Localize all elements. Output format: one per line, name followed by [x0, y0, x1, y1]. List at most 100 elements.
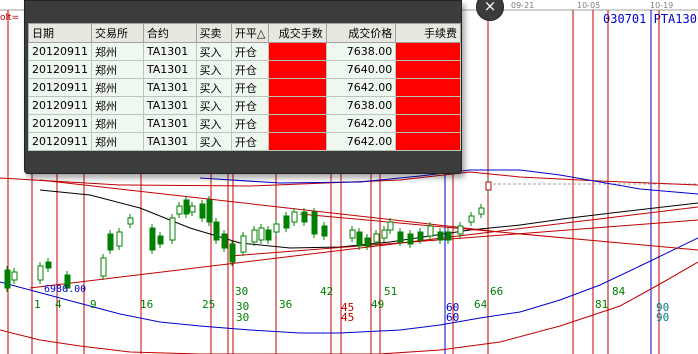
table-cell: 开仓 [230, 60, 270, 79]
table-cell: 买入 [195, 132, 232, 151]
candle-body [311, 211, 318, 235]
table-cell: 7642.00 [325, 114, 397, 133]
table-cell: 开仓 [230, 114, 270, 133]
candle-body [229, 243, 236, 263]
table-cell: TA1301 [142, 42, 197, 61]
counter-label: 42 [320, 285, 333, 298]
candle-body [107, 233, 114, 251]
table-cell: 7638.00 [325, 42, 397, 61]
candle-body [349, 229, 356, 239]
table-row[interactable]: 20120911 郑州 TA1301 买入 开仓 7642.00 [28, 114, 461, 133]
counter-label: 25 [202, 298, 215, 311]
candle-body [468, 215, 475, 223]
table-cell: 郑州 [91, 78, 144, 97]
table-cell [268, 42, 327, 61]
counter-label: 45 [341, 311, 354, 324]
table-cell [268, 60, 327, 79]
col-open-close[interactable]: 开平△ [230, 23, 270, 43]
table-row[interactable]: 20120911 郑州 TA1301 买入 开仓 7642.00 [28, 78, 461, 97]
table-cell: 买入 [195, 78, 232, 97]
table-cell: 郑州 [91, 114, 144, 133]
candle-body [397, 231, 404, 243]
candle-body [273, 223, 280, 233]
candle-body [407, 233, 414, 245]
counter-label: 30 [236, 311, 249, 324]
trend-line-1 [39, 179, 501, 233]
col-contract[interactable]: 合约 [142, 23, 197, 43]
col-exchange[interactable]: 交易所 [91, 23, 144, 43]
table-row[interactable]: 20120911 郑州 TA1301 买入 开仓 7638.00 [28, 96, 461, 115]
date-label-2: 10-19 [650, 1, 673, 10]
table-cell: 开仓 [230, 132, 270, 151]
candle-body [301, 211, 308, 223]
candle-body [251, 229, 258, 243]
table-cell: TA1301 [142, 78, 197, 97]
table-cell: TA1301 [142, 60, 197, 79]
table-cell [395, 96, 461, 115]
candle-body [206, 199, 213, 223]
candle-body [37, 265, 44, 281]
candle-body [356, 231, 363, 247]
counter-label: 16 [140, 298, 153, 311]
table-cell: 买入 [195, 96, 232, 115]
counter-label: 66 [490, 285, 503, 298]
candle-body [45, 261, 52, 269]
table-cell: 郑州 [91, 96, 144, 115]
candle-body [283, 215, 290, 229]
candle-body [485, 181, 492, 191]
table-row[interactable]: 20120911 郑州 TA1301 买入 开仓 7642.00 [28, 132, 461, 151]
table-cell: 郑州 [91, 132, 144, 151]
table-cell [395, 114, 461, 133]
counter-label: 64 [474, 298, 488, 311]
candle-body [176, 205, 183, 215]
candle-body [478, 207, 485, 215]
candle-body [364, 237, 371, 247]
table-cell: 20120911 [28, 114, 92, 133]
candle-body [183, 199, 190, 215]
candle-body [381, 229, 388, 239]
candle-body [11, 271, 18, 281]
table-cell [395, 78, 461, 97]
candle-body [387, 221, 394, 231]
candle-body [321, 225, 328, 237]
candle-body [240, 235, 247, 253]
counter-label: 36 [279, 298, 292, 311]
table-cell: TA1301 [142, 114, 197, 133]
candle-body [437, 231, 444, 241]
table-cell [395, 132, 461, 151]
col-price[interactable]: 成交价格 [325, 23, 397, 43]
candle-body [100, 257, 107, 277]
candle-body [291, 211, 298, 223]
candle-body [127, 217, 134, 225]
table-cell: 买入 [195, 114, 232, 133]
table-cell: 郑州 [91, 60, 144, 79]
table-row[interactable]: 20120911 郑州 TA1301 买入 开仓 7640.00 [28, 60, 461, 79]
trade-records-window: 日期 交易所 合约 买卖 开平△ 成交手数 成交价格 手续费 20120911 郑… [24, 0, 504, 174]
candle-body [213, 221, 220, 241]
table-row[interactable]: 20120911 郑州 TA1301 买入 开仓 7638.00 [28, 42, 461, 61]
candle-body [258, 227, 265, 241]
candle-body [189, 205, 196, 213]
col-side[interactable]: 买卖 [195, 23, 232, 43]
table-cell: 开仓 [230, 78, 270, 97]
indicator-fragment: olt= [0, 13, 19, 23]
counter-label: 30 [235, 285, 248, 298]
counter-label: 49 [371, 298, 384, 311]
col-date[interactable]: 日期 [28, 23, 92, 43]
table-cell [268, 132, 327, 151]
candle-body [417, 231, 424, 241]
table-cell: TA1301 [142, 96, 197, 115]
table-cell: 20120911 [28, 132, 92, 151]
col-volume[interactable]: 成交手数 [268, 23, 327, 43]
table-header-row: 日期 交易所 合约 买卖 开平△ 成交手数 成交价格 手续费 [28, 23, 461, 43]
cycle-counter-labels: 1 4 9 16 25303030364245454951606064668184909… [34, 285, 669, 324]
counter-label: 90 [656, 311, 669, 324]
date-label-0: 09-21 [511, 1, 534, 10]
candle-body [373, 233, 380, 243]
col-fee[interactable]: 手续费 [395, 23, 461, 43]
counter-label: 84 [612, 285, 626, 298]
price-label: 6980.00 [44, 284, 86, 295]
table-cell: 7642.00 [325, 78, 397, 97]
table-cell: 开仓 [230, 96, 270, 115]
table-cell [395, 60, 461, 79]
